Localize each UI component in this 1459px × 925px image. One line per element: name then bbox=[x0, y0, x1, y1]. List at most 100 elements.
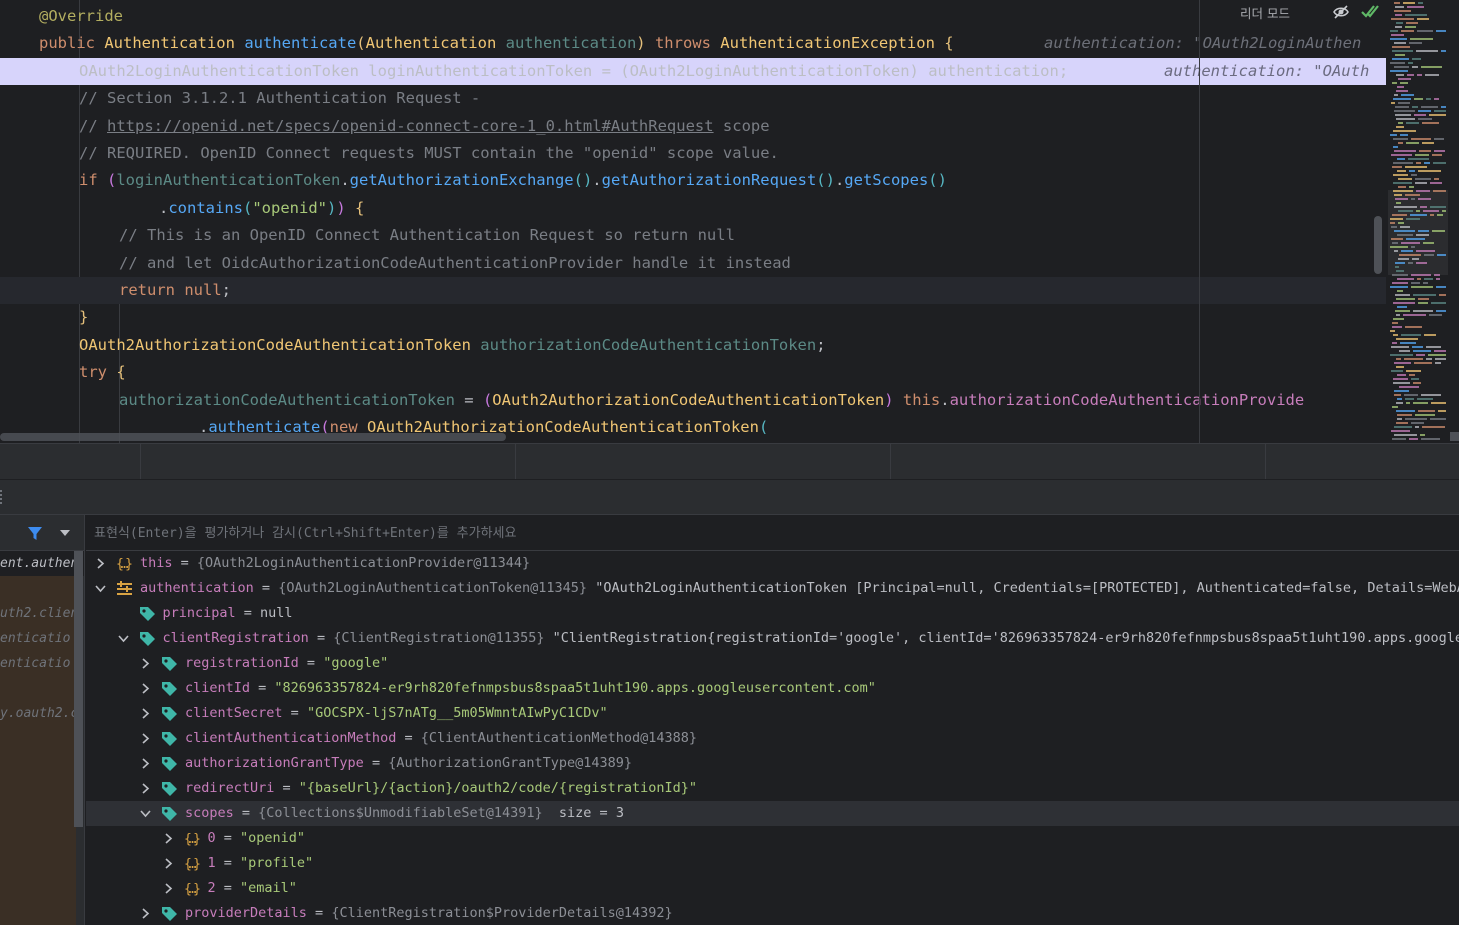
stack-frame[interactable]: enticatio bbox=[0, 651, 84, 676]
minimap-line bbox=[1397, 306, 1407, 308]
minimap-line bbox=[1438, 410, 1446, 412]
variable-value: "google" bbox=[323, 655, 389, 671]
editor-horizontal-scrollbar[interactable] bbox=[0, 433, 506, 441]
variable-row[interactable]: clientSecret = "GOCSPX-ljS7nATg__5m05Wmn… bbox=[86, 701, 1459, 726]
chevron-right-icon[interactable] bbox=[95, 558, 106, 569]
code-line[interactable]: if (loginAuthenticationToken.getAuthoriz… bbox=[0, 167, 1386, 194]
check-icon[interactable] bbox=[1360, 2, 1380, 22]
code-line[interactable]: } bbox=[0, 304, 1386, 331]
stack-frame[interactable]: ent.authen bbox=[0, 551, 84, 576]
code-token: null bbox=[184, 281, 222, 299]
variable-row[interactable]: principal = null bbox=[86, 601, 1459, 626]
frames-scrollbar[interactable] bbox=[74, 551, 83, 827]
minimap-line bbox=[1393, 334, 1398, 336]
variable-row[interactable]: {…} this = {OAuth2LoginAuthenticationProv… bbox=[86, 551, 1459, 576]
chevron-down-icon[interactable] bbox=[59, 528, 71, 538]
filter-icon[interactable] bbox=[26, 524, 44, 542]
code-token: // REQUIRED. OpenID Connect requests MUS… bbox=[79, 144, 779, 162]
code-line[interactable]: try { bbox=[0, 359, 1386, 386]
inlay-value-hint: authentication: "OAuth2LoginAuthen bbox=[1044, 34, 1362, 53]
code-line[interactable]: .contains("openid")) { bbox=[0, 195, 1386, 222]
variable-value: null bbox=[260, 605, 293, 621]
minimap-line bbox=[1437, 214, 1443, 216]
panel-splitter[interactable] bbox=[0, 479, 1459, 514]
chevron-right-icon[interactable] bbox=[140, 783, 151, 794]
code-area[interactable]: @Override public Authentication authentic… bbox=[0, 0, 1386, 443]
chevron-down-icon[interactable] bbox=[95, 583, 106, 594]
code-editor[interactable]: @Override public Authentication authentic… bbox=[0, 0, 1459, 443]
minimap-line bbox=[1396, 298, 1415, 300]
variable-text: 0 = "openid" bbox=[208, 826, 306, 851]
minimap-line bbox=[1397, 418, 1402, 420]
code-text: @Override bbox=[39, 3, 123, 30]
variable-row[interactable]: providerDetails = {ClientRegistration$Pr… bbox=[86, 901, 1459, 925]
variable-row[interactable]: registrationId = "google" bbox=[86, 651, 1459, 676]
minimap[interactable] bbox=[1386, 0, 1450, 443]
code-token: OAuth2LoginAuthenticationToken loginAuth… bbox=[79, 61, 1069, 80]
code-text: try { bbox=[79, 359, 126, 386]
variable-row[interactable]: {…} 1 = "profile" bbox=[86, 851, 1459, 876]
chevron-right-icon[interactable] bbox=[163, 883, 174, 894]
minimap-line bbox=[1395, 310, 1410, 312]
chevron-right-icon[interactable] bbox=[140, 758, 151, 769]
code-line[interactable]: // Section 3.1.2.1 Authentication Reques… bbox=[0, 85, 1386, 112]
equals-sign: = bbox=[363, 755, 389, 771]
chevron-right-icon[interactable] bbox=[140, 908, 151, 919]
code-token: ) bbox=[884, 390, 894, 409]
minimap-line bbox=[1394, 10, 1411, 12]
minimap-line bbox=[1434, 350, 1446, 352]
chevron-down-icon[interactable] bbox=[117, 633, 129, 644]
code-line[interactable]: // https://openid.net/specs/openid-conne… bbox=[0, 113, 1386, 140]
code-line[interactable]: OAuth2AuthorizationCodeAuthenticationTok… bbox=[0, 332, 1386, 359]
code-token: ( bbox=[482, 390, 493, 409]
chevron-right-icon[interactable] bbox=[163, 833, 174, 844]
minimap-line bbox=[1413, 350, 1431, 352]
stack-frame[interactable]: uth2.clien bbox=[0, 601, 84, 626]
code-line[interactable]: // and let OidcAuthorizationCodeAuthenti… bbox=[0, 250, 1386, 277]
variable-row[interactable]: clientAuthenticationMethod = {ClientAuth… bbox=[86, 726, 1459, 751]
code-token: } bbox=[79, 308, 89, 327]
chevron-right-icon[interactable] bbox=[140, 683, 151, 694]
variable-row[interactable]: clientRegistration = {ClientRegistration… bbox=[86, 626, 1459, 651]
code-line[interactable]: return null; bbox=[0, 277, 1386, 305]
variable-row[interactable]: scopes = {Collections$UnmodifiableSet@14… bbox=[86, 801, 1459, 826]
code-line[interactable]: // This is an OpenID Connect Authenticat… bbox=[0, 222, 1386, 249]
equals-sign: = bbox=[274, 780, 299, 796]
expression-input[interactable] bbox=[94, 522, 1094, 544]
drag-handle[interactable] bbox=[0, 490, 3, 504]
minimap-line bbox=[1426, 358, 1432, 360]
code-line[interactable]: authorizationCodeAuthenticationToken = (… bbox=[0, 387, 1386, 414]
minimap-line bbox=[1394, 394, 1401, 396]
minimap-line bbox=[1406, 370, 1421, 372]
chevron-down-icon[interactable] bbox=[140, 808, 151, 819]
variable-row[interactable]: {…} 0 = "openid" bbox=[86, 826, 1459, 851]
code-line[interactable]: public Authentication authenticate(Authe… bbox=[0, 30, 1386, 57]
code-token: return bbox=[119, 281, 185, 299]
editor-vertical-scrollbar[interactable] bbox=[1374, 216, 1382, 274]
chevron-right-icon[interactable] bbox=[140, 708, 151, 719]
minimap-line bbox=[1413, 402, 1428, 404]
minimap-line bbox=[1421, 438, 1440, 440]
variable-row[interactable]: redirectUri = "{baseUrl}/{action}/oauth2… bbox=[86, 776, 1459, 801]
variable-row[interactable]: authentication = {OAuth2LoginAuthenticat… bbox=[86, 576, 1459, 601]
chevron-right-icon[interactable] bbox=[140, 733, 151, 744]
variable-row[interactable]: authorizationGrantType = {AuthorizationG… bbox=[86, 751, 1459, 776]
stack-frame[interactable]: enticatio bbox=[0, 626, 84, 651]
variable-row[interactable]: clientId = "826963357824-er9rh820fefnmps… bbox=[86, 676, 1459, 701]
chevron-right-icon[interactable] bbox=[140, 658, 151, 669]
minimap-line bbox=[1391, 154, 1412, 156]
minimap-line bbox=[1428, 354, 1446, 356]
minimap-line bbox=[1398, 258, 1409, 260]
code-line[interactable]: OAuth2LoginAuthenticationToken loginAuth… bbox=[0, 57, 1386, 86]
minimap-line bbox=[1395, 294, 1410, 296]
chevron-right-icon[interactable] bbox=[163, 858, 174, 869]
eye-hidden-icon[interactable] bbox=[1332, 3, 1350, 21]
code-line[interactable]: @Override bbox=[0, 3, 1386, 30]
stack-frame[interactable]: y.oauth2.c bbox=[0, 701, 84, 726]
variable-row[interactable]: {…} 2 = "email" bbox=[86, 876, 1459, 901]
reader-mode-button[interactable]: 리더 모드 bbox=[1240, 3, 1290, 22]
minimap-line bbox=[1422, 122, 1439, 124]
minimap-line bbox=[1420, 206, 1427, 208]
code-line[interactable]: // REQUIRED. OpenID Connect requests MUS… bbox=[0, 140, 1386, 167]
minimap-line bbox=[1426, 98, 1431, 100]
